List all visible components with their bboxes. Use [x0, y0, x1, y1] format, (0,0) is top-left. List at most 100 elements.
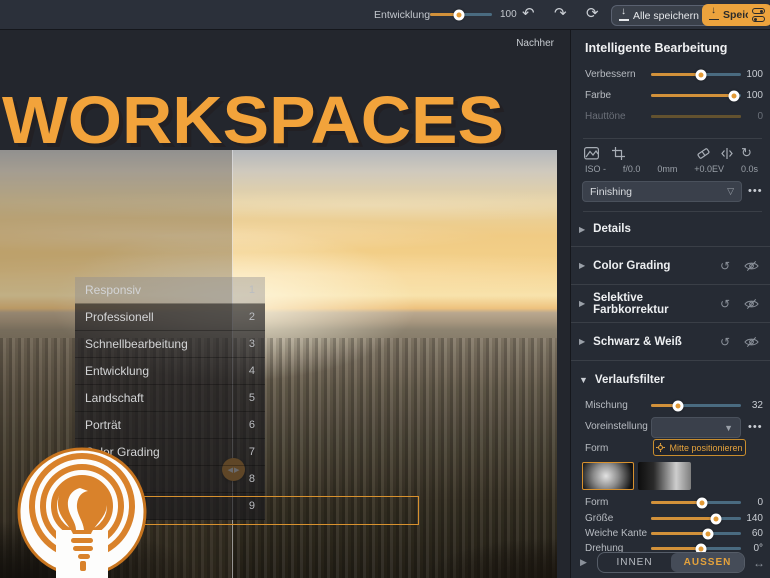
history-icon[interactable]: ↻ — [741, 145, 752, 161]
save-options-toggle[interactable] — [748, 4, 770, 26]
section-details[interactable]: ▶ Details — [571, 212, 770, 247]
form-slider[interactable] — [651, 501, 741, 504]
slider-row-groesse: Größe 140 — [571, 511, 770, 527]
aussen-segment[interactable]: AUSSEN — [671, 553, 744, 572]
groesse-slider[interactable] — [651, 517, 741, 520]
slider-row-farbe: Farbe 100 — [571, 88, 770, 104]
histogram-icon[interactable] — [584, 147, 599, 160]
slider-label: Größe — [585, 513, 613, 524]
reset-icon[interactable]: ↺ — [720, 297, 730, 311]
weiche-kante-slider[interactable] — [651, 532, 741, 535]
horizontal-arrows-icon[interactable]: ↔ — [753, 556, 765, 570]
reset-icon[interactable]: ↺ — [720, 335, 730, 349]
chevron-down-icon: ▼ — [579, 375, 588, 385]
chevron-right-icon: ▶ — [579, 261, 585, 270]
slider-value: 100 — [737, 90, 763, 101]
drehung-slider[interactable] — [651, 547, 741, 550]
voreinstellung-dropdown[interactable]: ▼ — [651, 417, 741, 438]
edit-panel: Intelligente Bearbeitung Verbessern 100 … — [570, 30, 770, 578]
slider-label: Weiche Kante — [585, 528, 647, 539]
redo-icon[interactable]: ↷ — [554, 4, 567, 24]
workspace-shortcut: 8 — [249, 473, 255, 485]
headline-text: WORKSPACES — [2, 82, 504, 159]
history-slider[interactable] — [430, 13, 492, 16]
tools-row: ↻ — [571, 144, 770, 166]
slider-label: Mischung — [585, 400, 628, 411]
visibility-off-icon[interactable] — [744, 260, 759, 272]
workspace-label: Professionell — [85, 310, 154, 324]
workspace-item-schnellbearbeitung[interactable]: Schnellbearbeitung 3 — [75, 331, 265, 358]
slider-label: Farbe — [585, 90, 611, 101]
slider-row-verbessern: Verbessern 100 — [571, 67, 770, 83]
mischung-slider[interactable] — [651, 404, 741, 407]
slider-row-hauttoene: Hauttöne 0 — [571, 109, 770, 125]
voreinstellung-label: Voreinstellung — [585, 421, 648, 432]
section-title: Selektive Farbkorrektur — [593, 292, 720, 316]
history-slider-label: Entwicklung — [374, 9, 430, 21]
section-selektive-farbkorrektur[interactable]: ▶ Selektive Farbkorrektur ↺ — [571, 285, 770, 323]
after-label: Nachher — [516, 38, 554, 49]
slider-row-weiche-kante: Weiche Kante 60 — [571, 526, 770, 542]
workspace-shortcut: 5 — [249, 392, 255, 404]
download-icon — [619, 11, 629, 21]
slider-value: 32 — [737, 400, 763, 411]
workspace-item-portraet[interactable]: Porträt 6 — [75, 412, 265, 439]
smart-edit-title: Intelligente Bearbeitung — [585, 41, 727, 55]
toggle-switches-icon — [752, 8, 765, 22]
save-all-button[interactable]: Alle speichern — [612, 6, 706, 25]
exif-row: ISO - f/0.0 0mm +0.0EV 0.0s — [585, 164, 758, 174]
reload-icon[interactable]: ⟳ — [586, 4, 599, 24]
workspace-label: Porträt — [85, 418, 121, 432]
eraser-icon[interactable] — [696, 147, 711, 160]
visibility-off-icon[interactable] — [744, 298, 759, 310]
visibility-off-icon[interactable] — [744, 336, 759, 348]
preset-more-button[interactable]: ••• — [748, 185, 763, 197]
crop-icon[interactable] — [612, 147, 625, 160]
workspace-item-responsiv[interactable]: Responsiv 1 — [75, 277, 265, 304]
voreinstellung-more-button[interactable]: ••• — [748, 421, 763, 433]
chevron-right-icon: ▶ — [579, 225, 585, 234]
reset-icon[interactable]: ↺ — [720, 259, 730, 273]
slider-label: Hauttöne — [585, 111, 626, 122]
app-window: Entwicklung 100 ↶ ↷ ⟳ Alle speichern Spe… — [0, 0, 770, 578]
save-all-label: Alle speichern — [633, 10, 699, 22]
expand-triangle-icon[interactable]: ▶ — [580, 557, 587, 568]
workspace-label: Schnellbearbeitung — [85, 337, 188, 351]
crosshair-icon — [656, 443, 665, 452]
section-verlaufsfilter[interactable]: ▼ Verlaufsfilter — [571, 361, 770, 398]
top-toolbar: Entwicklung 100 ↶ ↷ ⟳ Alle speichern Spe… — [0, 0, 770, 30]
preset-dropdown-value: Finishing — [590, 186, 632, 198]
section-color-grading[interactable]: ▶ Color Grading ↺ — [571, 247, 770, 285]
preset-dropdown[interactable]: Finishing ▽ — [582, 181, 742, 202]
chevron-down-icon: ▼ — [724, 423, 733, 433]
slider-value: 0 — [737, 497, 763, 508]
exif-exposure: +0.0EV — [694, 164, 724, 174]
workspace-item-landschaft[interactable]: Landschaft 5 — [75, 385, 265, 412]
workspace-shortcut: 3 — [249, 338, 255, 350]
workspace-item-entwicklung[interactable]: Entwicklung 4 — [75, 358, 265, 385]
chevron-right-icon: ▶ — [579, 337, 585, 346]
verbessern-slider[interactable] — [651, 73, 741, 76]
workspace-label: Landschaft — [85, 391, 144, 405]
section-schwarz-weiss[interactable]: ▶ Schwarz & Weiß ↺ — [571, 323, 770, 361]
linear-gradient-thumbnail[interactable] — [638, 462, 691, 490]
filter-funnel-icon: ▽ — [727, 186, 734, 197]
slider-label: Verbessern — [585, 69, 636, 80]
exif-aperture: f/0.0 — [623, 164, 641, 174]
slider-row-mischung: Mischung 32 — [571, 398, 770, 414]
slider-row-form: Form 0 — [571, 495, 770, 511]
undo-icon[interactable]: ↶ — [522, 4, 535, 24]
chevron-right-icon: ▶ — [579, 299, 585, 308]
radial-gradient-thumbnail[interactable] — [582, 462, 634, 490]
section-title: Schwarz & Weiß — [593, 336, 682, 348]
innen-segment[interactable]: INNEN — [598, 553, 671, 572]
section-title: Color Grading — [593, 260, 670, 272]
inner-outer-segmented-control: INNEN AUSSEN — [597, 552, 745, 573]
workspace-item-professionell[interactable]: Professionell 2 — [75, 304, 265, 331]
center-position-button[interactable]: Mitte positionieren — [653, 439, 746, 456]
divider — [583, 138, 762, 139]
farbe-slider[interactable] — [651, 94, 741, 97]
compare-icon[interactable] — [720, 147, 734, 160]
form-label: Form — [585, 443, 608, 454]
slider-label: Form — [585, 497, 608, 508]
